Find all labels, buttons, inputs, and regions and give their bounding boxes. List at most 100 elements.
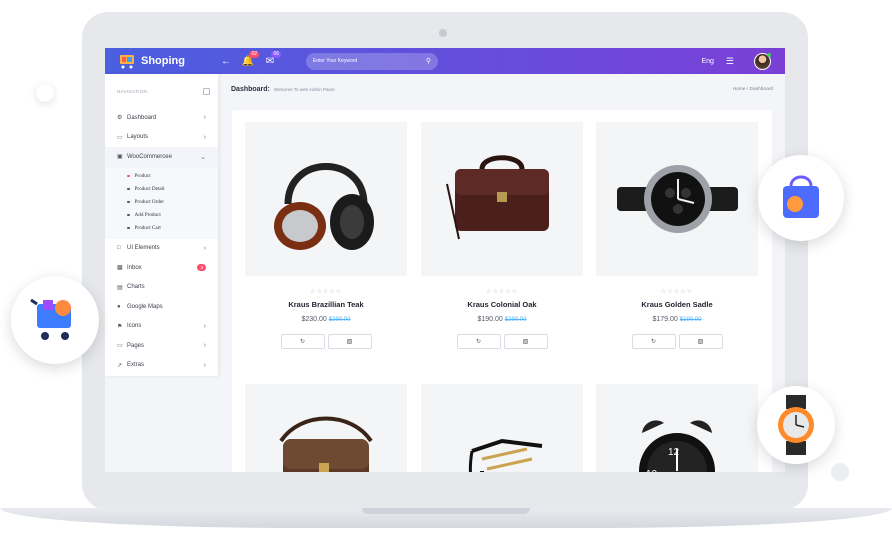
sidebar-item-inbox[interactable]: ▩ Inbox 3	[105, 258, 218, 278]
current-price: $190.00	[477, 316, 503, 323]
sidebar-item-icons[interactable]: ⚑ Icons ›	[105, 317, 218, 337]
product-image[interactable]	[596, 122, 758, 276]
product-price: $230.00 $290.00	[245, 316, 407, 323]
product-name[interactable]: Kraus Golden Sadle	[596, 300, 758, 309]
product-name[interactable]: Kraus Colonial Oak	[421, 300, 583, 309]
search-input[interactable]: Enter Your Keyword	[313, 58, 426, 64]
online-status-dot	[767, 52, 771, 57]
product-image[interactable]	[245, 122, 407, 276]
sidebar-item-label: Google Maps	[127, 303, 163, 310]
page-header: Dashboard: Welcome To web Admin Panel Ho…	[231, 86, 773, 93]
refresh-icon: ↻	[650, 339, 657, 345]
refresh-icon: ↻	[475, 339, 482, 345]
wristwatch-icon	[617, 165, 738, 233]
shopping-bag-icon	[783, 175, 819, 218]
product-image[interactable]	[421, 384, 583, 472]
alarm-clock-icon: 12 10	[639, 420, 715, 472]
rating-stars[interactable]: ☆☆☆☆☆	[245, 288, 407, 295]
sidebar-item-extras[interactable]: ↗ Extras ›	[105, 356, 218, 376]
collapse-sidebar-icon[interactable]	[203, 87, 210, 95]
bullet-icon	[127, 226, 130, 230]
search-icon[interactable]: ⚲	[426, 57, 431, 65]
sidebar-item-layouts[interactable]: ▭ Layouts ›	[105, 128, 218, 148]
add-to-cart-button[interactable]: ▧	[503, 334, 548, 349]
submenu-item-product-detail[interactable]: Product Detail	[105, 183, 218, 196]
product-image[interactable]	[421, 122, 583, 276]
watch-badge	[757, 386, 835, 464]
old-price: $190.00	[679, 317, 702, 323]
sidebar-item-charts[interactable]: ▤ Charts	[105, 278, 218, 298]
decor-dot	[36, 84, 54, 102]
chevron-right-icon: ›	[203, 322, 206, 330]
sidebar-item-google-maps[interactable]: ● Google Maps	[105, 297, 218, 317]
rating-stars[interactable]: ☆☆☆☆☆	[421, 288, 583, 295]
sidebar-item-label: Charts	[127, 284, 145, 291]
submenu-item-product-order[interactable]: Product Order	[105, 196, 218, 209]
bullet-icon	[127, 174, 130, 178]
svg-text:10: 10	[646, 469, 658, 472]
refresh-button[interactable]: ↻	[631, 334, 676, 349]
breadcrumb-home[interactable]: Home	[733, 87, 746, 92]
product-name[interactable]: Kraus Brazillian Teak	[245, 300, 407, 309]
old-price: $290.00	[504, 317, 527, 323]
language-selector[interactable]: Eng	[701, 58, 713, 65]
back-arrow-icon[interactable]: ←	[215, 56, 237, 67]
sidebar-item-pages[interactable]: ▭ Pages ›	[105, 336, 218, 356]
product-image[interactable]	[245, 384, 407, 472]
product-image[interactable]: 12 10	[596, 384, 758, 472]
basket-icon: ▧	[522, 339, 529, 345]
sidebar-item-label: Dashboard	[127, 114, 157, 121]
decor-dot	[831, 463, 849, 481]
globe-icon: ●	[117, 303, 121, 310]
chart-icon: ▤	[117, 284, 123, 291]
camera-dot	[439, 29, 447, 37]
sidebar-item-dashboard[interactable]: ⚙ Dashboard ›	[105, 108, 218, 128]
brand[interactable]: Shoping	[105, 53, 215, 69]
product-price: $190.00 $290.00	[421, 316, 583, 323]
bullet-icon	[127, 200, 130, 204]
inbox-badge: 3	[197, 264, 206, 272]
sidebar: NAVIGATION ⚙ Dashboard › ▭ Layouts › ▣ WooCom…	[105, 74, 218, 376]
briefcase-icon	[446, 155, 549, 240]
notification-bell-icon[interactable]: 🔔 02	[237, 50, 259, 67]
sidebar-item-label: Extras	[127, 362, 145, 369]
sidebar-item-label: UI Elements	[127, 245, 160, 252]
chevron-right-icon: ›	[203, 244, 206, 252]
search-bar[interactable]: Enter Your Keyword ⚲	[306, 52, 438, 70]
refresh-button[interactable]: ↻	[280, 334, 325, 349]
page-title: Dashboard:	[231, 86, 270, 93]
brand-name: Shoping	[141, 55, 185, 67]
add-to-cart-button[interactable]: ▧	[678, 334, 723, 349]
sidebar-item-label: WooCommercee	[127, 153, 172, 160]
settings-sliders-icon[interactable]: ☰	[726, 56, 734, 67]
high-heel-icon	[468, 438, 543, 472]
pages-icon: ▭	[117, 343, 123, 350]
shopping-bag-badge	[758, 155, 844, 241]
sidebar-item-ui-elements[interactable]: □ UI Elements ›	[105, 239, 218, 259]
mail-icon[interactable]: ✉ 06	[259, 50, 281, 67]
submenu-label: Product Detail	[134, 186, 165, 192]
submenu-item-add-product[interactable]: Add Product	[105, 209, 218, 222]
chevron-down-icon: ⌄	[200, 153, 206, 161]
submenu-label: Product Cart	[134, 225, 161, 231]
laptop-icon: ▭	[117, 134, 123, 141]
sidebar-item-label: Layouts	[127, 134, 149, 141]
product-grid: ☆☆☆☆☆ Kraus Brazillian Teak $230.00 $290.…	[232, 110, 772, 472]
refresh-button[interactable]: ↻	[456, 334, 501, 349]
flag-icon: ⚑	[117, 323, 123, 330]
cart-icon: ▣	[117, 154, 123, 161]
submenu-label: Product	[134, 173, 151, 179]
bullet-icon	[127, 187, 130, 191]
add-to-cart-button[interactable]: ▧	[327, 334, 372, 349]
sidebar-item-woocommerce[interactable]: ▣ WooCommercee ⌄	[105, 147, 218, 167]
submenu-item-product[interactable]: Product	[105, 170, 218, 183]
message-badge: 06	[271, 50, 281, 58]
submenu-item-product-cart[interactable]: Product Cart	[105, 222, 218, 235]
breadcrumb: Home / Dashboard	[733, 87, 773, 92]
product-card: ☆☆☆☆☆ Kraus Brazillian Teak $230.00 $290.…	[245, 122, 407, 349]
rating-stars[interactable]: ☆☆☆☆☆	[596, 288, 758, 295]
avatar[interactable]	[754, 52, 771, 70]
bullet-icon	[127, 213, 130, 217]
chevron-right-icon: ›	[203, 342, 206, 350]
submenu-label: Product Order	[134, 199, 165, 205]
